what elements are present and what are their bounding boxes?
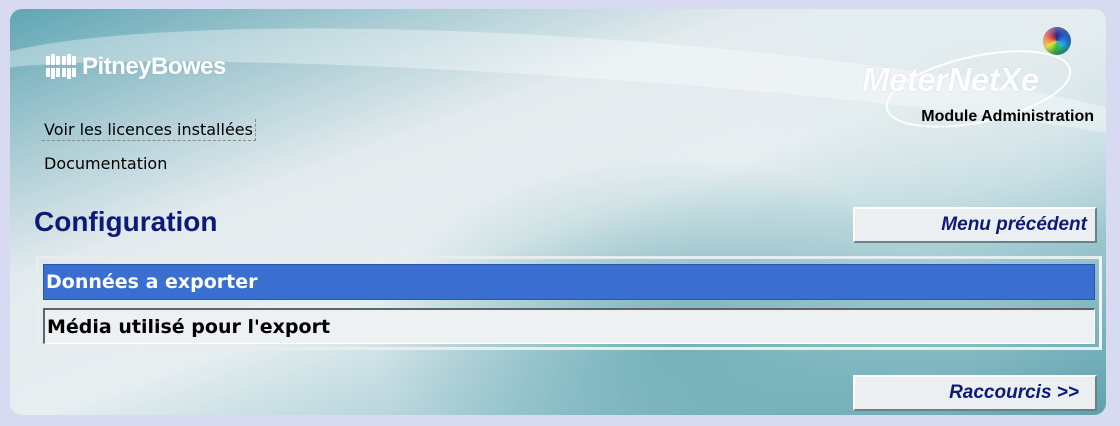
shortcuts-button[interactable]: Raccourcis >>	[853, 375, 1097, 411]
documentation-link[interactable]: Documentation	[42, 153, 169, 174]
page-title: Configuration	[34, 206, 218, 237]
option-export-media[interactable]: Média utilisé pour l'export	[43, 308, 1095, 344]
view-licences-link[interactable]: Voir les licences installées	[42, 119, 256, 141]
option-export-data[interactable]: Données a exporter	[43, 264, 1095, 300]
color-sphere-icon	[1043, 27, 1071, 55]
pitney-bowes-wordmark: PitneyBowes	[82, 53, 226, 80]
meternet-wordmark: MeterNetXe	[862, 61, 1039, 98]
pitney-bowes-logo-icon	[46, 54, 76, 79]
app-window: PitneyBowes MeterNetXe Module Administra…	[10, 9, 1106, 415]
pitney-bowes-logo: PitneyBowes	[46, 52, 226, 82]
meternet-logo-icon: MeterNetXe	[846, 19, 1086, 142]
options-list: Données a exporter Média utilisé pour l'…	[36, 256, 1102, 350]
module-title: Module Administration	[921, 108, 1094, 125]
previous-menu-button[interactable]: Menu précédent	[853, 207, 1097, 243]
